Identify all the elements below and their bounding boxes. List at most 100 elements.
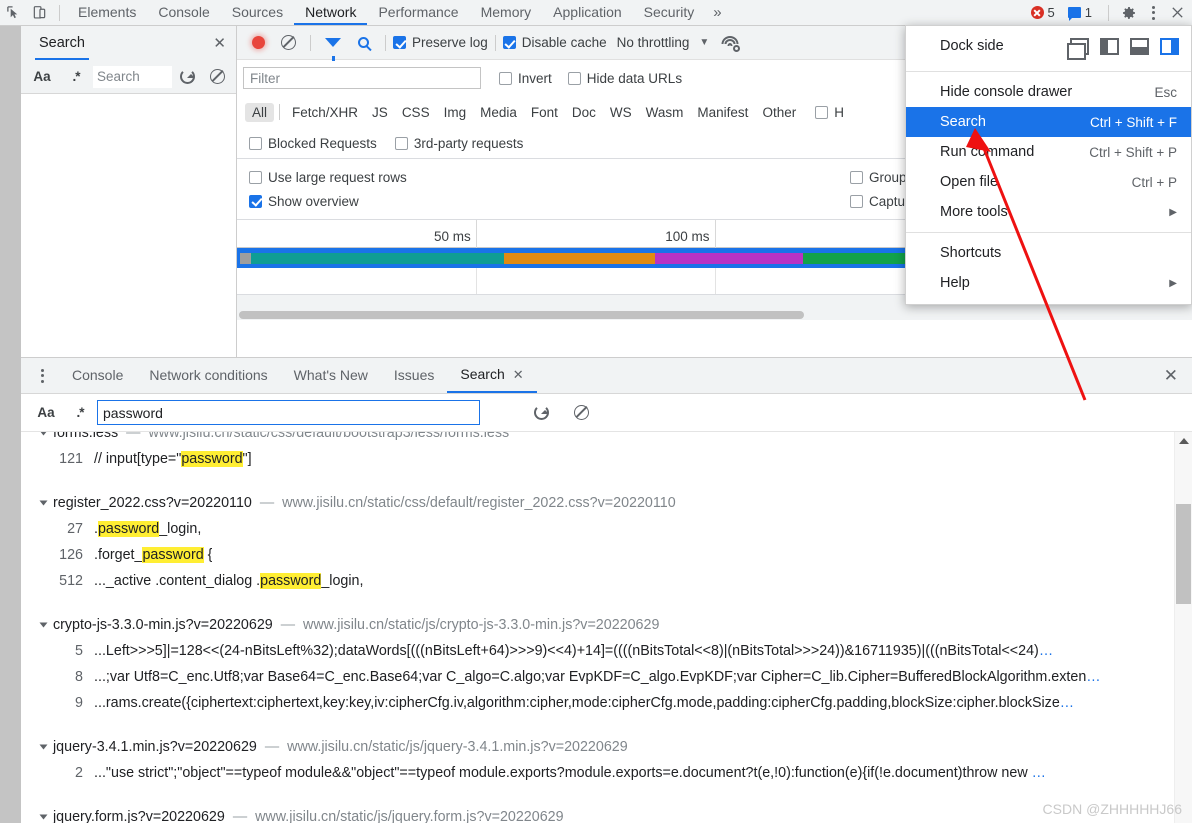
message-badge[interactable]: 1 bbox=[1064, 3, 1098, 22]
more-tools-icon[interactable] bbox=[25, 359, 59, 393]
type-filter-doc[interactable]: Doc bbox=[565, 103, 603, 122]
close-icon[interactable] bbox=[1164, 1, 1190, 25]
type-filter-css[interactable]: CSS bbox=[395, 103, 437, 122]
hide-data-urls-checkbox[interactable]: Hide data URLs bbox=[567, 71, 682, 86]
result-group-header[interactable]: forms.less — www.jisilu.cn/static/css/de… bbox=[21, 432, 1174, 446]
inspect-icon[interactable] bbox=[0, 1, 26, 25]
clear-network-icon[interactable] bbox=[273, 29, 303, 57]
result-row[interactable]: 27 .password_login, bbox=[21, 516, 1174, 542]
drawer-refresh-icon[interactable] bbox=[526, 399, 556, 427]
record-icon[interactable] bbox=[243, 29, 273, 57]
type-filter-js[interactable]: JS bbox=[365, 103, 395, 122]
type-filter-all[interactable]: All bbox=[245, 102, 275, 122]
chevron-down-icon[interactable]: ▼ bbox=[699, 37, 709, 48]
result-group-header[interactable]: jquery-3.4.1.min.js?v=20220629 — www.jis… bbox=[21, 734, 1174, 760]
type-filter-img[interactable]: Img bbox=[437, 103, 474, 122]
drawer-tab-search-close-icon[interactable]: ✕ bbox=[513, 357, 524, 392]
drawer-regex-toggle[interactable]: .* bbox=[63, 398, 97, 428]
undock-into-separate-window-icon[interactable] bbox=[1067, 37, 1089, 60]
chevron-down-icon[interactable] bbox=[39, 500, 48, 506]
drawer-search-input[interactable]: password bbox=[97, 400, 480, 425]
clear-icon[interactable] bbox=[202, 63, 232, 91]
tab-elements[interactable]: Elements bbox=[67, 0, 147, 25]
drawer-close-icon[interactable]: ✕ bbox=[1164, 366, 1178, 386]
third-party-requests-checkbox[interactable]: 3rd-party requests bbox=[394, 136, 523, 151]
filter-input[interactable]: Filter bbox=[243, 67, 481, 89]
throttling-select[interactable]: No throttling bbox=[617, 35, 690, 50]
left-pane-tab-search[interactable]: Search bbox=[35, 27, 89, 60]
disable-cache-checkbox[interactable]: Disable cache bbox=[502, 35, 607, 50]
type-filter-manifest[interactable]: Manifest bbox=[690, 103, 755, 122]
result-row[interactable]: 5 ...Left>>>5]|=128<<(24-nBitsLeft%32);d… bbox=[21, 638, 1174, 664]
search-results-list[interactable]: forms.less — www.jisilu.cn/static/css/de… bbox=[21, 432, 1174, 823]
drawer-tab-search[interactable]: Search ✕ bbox=[447, 357, 537, 393]
type-filter-ws[interactable]: WS bbox=[603, 103, 639, 122]
use-large-request-rows-checkbox[interactable]: Use large request rows bbox=[249, 170, 407, 185]
result-row[interactable]: 9 ...rams.create({ciphertext:ciphertext,… bbox=[21, 690, 1174, 716]
result-row[interactable]: 512 ..._active .content_dialog .password… bbox=[21, 568, 1174, 594]
drawer-tab-console[interactable]: Console bbox=[59, 358, 136, 393]
filter-icon[interactable] bbox=[318, 29, 348, 61]
menu-item-more-tools[interactable]: More tools ▶ bbox=[906, 197, 1191, 227]
result-group-header[interactable]: jquery.form.js?v=20220629 — www.jisilu.c… bbox=[21, 804, 1174, 823]
results-vertical-scrollbar[interactable] bbox=[1174, 432, 1192, 823]
chevron-down-icon[interactable] bbox=[39, 744, 48, 750]
device-toolbar-icon[interactable] bbox=[26, 1, 52, 25]
result-row[interactable]: 126 .forget_password { bbox=[21, 542, 1174, 568]
result-line-number: 9 bbox=[75, 695, 83, 711]
menu-item-search[interactable]: Search Ctrl + Shift + F bbox=[906, 107, 1191, 137]
horizontal-scrollbar[interactable] bbox=[237, 310, 1192, 320]
drawer-tab-network-conditions[interactable]: Network conditions bbox=[136, 358, 280, 393]
drawer-clear-icon[interactable] bbox=[566, 399, 596, 427]
type-filter-font[interactable]: Font bbox=[524, 103, 565, 122]
result-group-header[interactable]: register_2022.css?v=20220110 — www.jisil… bbox=[21, 490, 1174, 516]
type-filter-wasm[interactable]: Wasm bbox=[639, 103, 691, 122]
menu-item-run-command[interactable]: Run command Ctrl + Shift + P bbox=[906, 137, 1191, 167]
menu-item-shortcuts[interactable]: Shortcuts bbox=[906, 238, 1191, 268]
search-icon[interactable] bbox=[348, 29, 378, 57]
invert-checkbox[interactable]: Invert bbox=[499, 71, 552, 86]
preserve-log-checkbox[interactable]: Preserve log bbox=[393, 35, 488, 50]
tab-performance[interactable]: Performance bbox=[367, 0, 469, 25]
type-filter-media[interactable]: Media bbox=[473, 103, 524, 122]
dock-to-right-icon[interactable] bbox=[1160, 37, 1179, 55]
vertical-scroll-thumb[interactable] bbox=[1176, 504, 1191, 604]
tab-sources[interactable]: Sources bbox=[221, 0, 294, 25]
regex-toggle[interactable]: .* bbox=[59, 62, 93, 92]
result-row[interactable]: 8 ...;var Utf8=C_enc.Utf8;var Base64=C_e… bbox=[21, 664, 1174, 690]
refresh-icon[interactable] bbox=[172, 63, 202, 91]
error-badge[interactable]: 5 bbox=[1027, 3, 1061, 22]
gear-icon[interactable] bbox=[1116, 1, 1142, 25]
show-overview-checkbox[interactable]: Show overview bbox=[249, 194, 359, 209]
scroll-up-icon[interactable] bbox=[1175, 432, 1192, 450]
drawer-tab-whats-new[interactable]: What's New bbox=[281, 358, 381, 393]
tab-security[interactable]: Security bbox=[633, 0, 706, 25]
network-conditions-icon[interactable] bbox=[721, 35, 741, 52]
more-tabs-icon[interactable]: » bbox=[705, 4, 729, 21]
left-pane-close-icon[interactable]: ✕ bbox=[213, 34, 226, 52]
dock-to-left-icon[interactable] bbox=[1100, 37, 1119, 55]
blocked-requests-checkbox[interactable]: Blocked Requests bbox=[249, 136, 377, 151]
menu-item-open-file[interactable]: Open file Ctrl + P bbox=[906, 167, 1191, 197]
result-group-header[interactable]: crypto-js-3.3.0-min.js?v=20220629 — www.… bbox=[21, 612, 1174, 638]
left-search-input[interactable]: Search bbox=[93, 65, 172, 88]
chevron-down-icon[interactable] bbox=[39, 814, 48, 820]
result-row[interactable]: 121 // input[type="password"] bbox=[21, 446, 1174, 472]
dock-to-bottom-icon[interactable] bbox=[1130, 37, 1149, 55]
result-row[interactable]: 2 ..."use strict";"object"==typeof modul… bbox=[21, 760, 1174, 786]
chevron-down-icon[interactable] bbox=[39, 432, 48, 436]
tab-console[interactable]: Console bbox=[147, 0, 220, 25]
type-filter-fetch-xhr[interactable]: Fetch/XHR bbox=[285, 103, 365, 122]
has-blocked-cookies-checkbox[interactable]: H bbox=[815, 105, 844, 120]
type-filter-other[interactable]: Other bbox=[755, 103, 803, 122]
horizontal-scroll-thumb[interactable] bbox=[239, 311, 804, 319]
drawer-tab-issues[interactable]: Issues bbox=[381, 358, 447, 393]
chevron-down-icon[interactable] bbox=[39, 622, 48, 628]
match-case-toggle[interactable]: Aa bbox=[25, 62, 59, 92]
tab-network[interactable]: Network bbox=[294, 0, 368, 25]
drawer-match-case-toggle[interactable]: Aa bbox=[29, 398, 63, 428]
menu-item-help[interactable]: Help ▶ bbox=[906, 268, 1191, 298]
tab-memory[interactable]: Memory bbox=[470, 0, 543, 25]
menu-item-hide-console-drawer[interactable]: Hide console drawer Esc bbox=[906, 77, 1191, 107]
tab-application[interactable]: Application bbox=[542, 0, 633, 25]
